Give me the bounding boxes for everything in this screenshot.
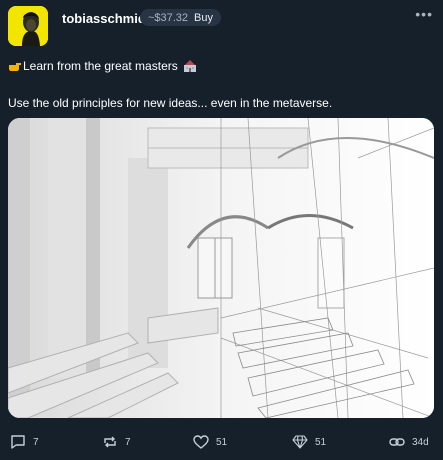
- username[interactable]: tobiasschmid: [62, 11, 146, 26]
- price-label: ~$37.32: [147, 11, 189, 24]
- avatar[interactable]: [8, 6, 48, 46]
- action-bar: 7 7 51 51 34d: [0, 434, 443, 454]
- permalink-button[interactable]: 34d: [389, 434, 429, 450]
- diamond-button[interactable]: 51: [292, 434, 326, 450]
- more-options-icon[interactable]: •••: [415, 6, 433, 22]
- like-count: 51: [216, 436, 228, 448]
- post-card: tobiasschmid ~$37.32 Buy ••• Learn from …: [0, 0, 443, 460]
- repost-icon: [104, 436, 116, 448]
- post-text-line1-label: Learn from the great masters: [23, 59, 178, 73]
- comment-icon: [11, 435, 25, 449]
- church-icon: [183, 60, 196, 72]
- like-button[interactable]: 51: [193, 434, 227, 450]
- comment-button[interactable]: 7: [10, 434, 39, 450]
- diamond-icon: [292, 435, 308, 449]
- heart-icon: [193, 435, 209, 449]
- post-text-line1: Learn from the great masters: [8, 59, 198, 73]
- repost-count: 7: [125, 436, 131, 448]
- pointing-hand-icon: [9, 63, 21, 71]
- comment-count: 7: [33, 436, 39, 448]
- buy-button[interactable]: Buy: [194, 12, 213, 24]
- link-icon: [389, 438, 405, 446]
- post-image[interactable]: [8, 118, 434, 418]
- diamond-count: 51: [315, 436, 327, 448]
- repost-button[interactable]: 7: [102, 434, 131, 450]
- post-text-line2: Use the old principles for new ideas... …: [8, 96, 333, 110]
- post-age: 34d: [412, 436, 429, 448]
- price-pill[interactable]: ~$37.32 Buy: [140, 9, 221, 26]
